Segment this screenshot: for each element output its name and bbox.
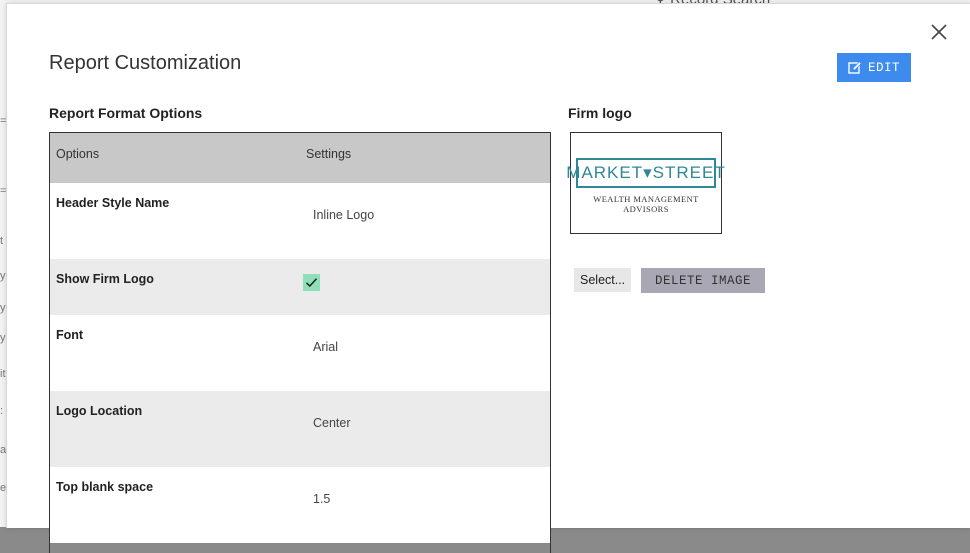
edit-icon [848,60,862,74]
close-button[interactable] [930,23,948,41]
table-row-show-firm-logo: Show Firm Logo [50,259,550,315]
select-image-button[interactable]: Select... [574,268,631,292]
report-format-table: Options Settings Header Style Name Inlin… [49,132,551,553]
option-label: Font [56,328,84,342]
delete-image-button[interactable]: DELETE IMAGE [641,268,765,293]
table-row-header-style-name: Header Style Name Inline Logo [50,183,550,259]
table-row-font: Font Arial [50,315,550,391]
option-value: 1.5 [313,492,331,506]
option-label: Show Firm Logo [56,272,154,286]
check-icon [305,278,318,288]
modal-title: Report Customization [49,52,242,74]
firm-logo-heading: Firm logo [568,105,632,121]
option-label: Header Style Name [56,196,170,210]
option-label: Logo Location [56,404,143,418]
table-header: Options Settings [50,133,550,183]
logo-tagline: WEALTH MANAGEMENT ADVISORS [593,194,699,214]
firm-logo-preview: MARKET▾STREET WEALTH MANAGEMENT ADVISORS [566,132,725,234]
option-value: Center [313,416,351,430]
edit-button[interactable]: EDIT [837,53,911,82]
column-header-options: Options [56,147,100,161]
option-value: Inline Logo [313,208,375,222]
option-value: Arial [313,340,339,354]
show-firm-logo-checkbox[interactable] [303,274,320,291]
report-customization-modal: Report Customization EDIT Report Format … [6,3,970,553]
table-row-logo-location: Logo Location Center [50,391,550,467]
edit-button-label: EDIT [867,60,900,75]
column-header-settings: Settings [306,147,352,161]
close-icon [931,24,947,40]
logo-wordmark: MARKET▾STREET [566,158,725,188]
option-label: Top blank space [56,480,154,494]
report-format-options-heading: Report Format Options [49,105,203,121]
table-row-top-blank-space: Top blank space 1.5 [50,467,550,543]
